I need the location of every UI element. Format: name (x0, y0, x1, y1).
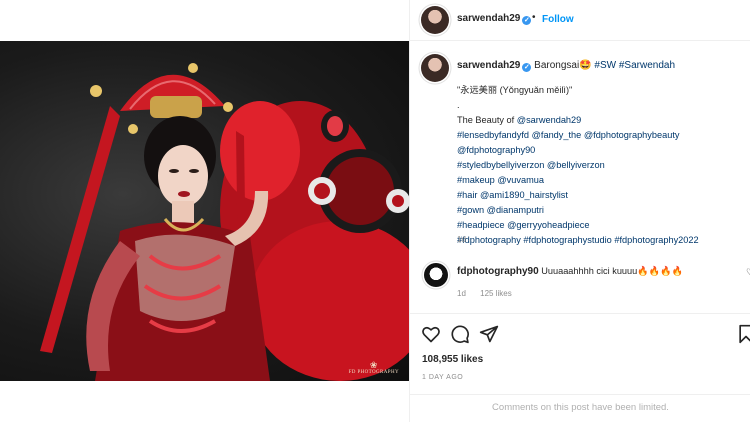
photo-watermark: ❀ FD PHOTOGRAPHY (348, 360, 399, 376)
caption-body: "永远美丽 (Yǒngyuǎn měilì)" . The Beauty of … (457, 83, 747, 248)
post-photo[interactable]: ❀ FD PHOTOGRAPHY 👤 (0, 41, 409, 381)
caption-timestamp[interactable]: 1d (457, 235, 466, 244)
heart-icon[interactable] (421, 324, 441, 344)
comment-timestamp[interactable]: 1d (457, 289, 466, 298)
post-media: ❀ FD PHOTOGRAPHY 👤 (0, 0, 409, 422)
author-username[interactable]: sarwendah29 ✓ (457, 13, 532, 25)
post-actions: 108,955 likes 1 DAY AGO Comments on this… (410, 313, 750, 423)
caption-line: . (457, 100, 460, 110)
commenter-avatar[interactable] (424, 263, 448, 287)
bookmark-icon[interactable] (736, 324, 750, 344)
follow-button[interactable]: Follow (542, 14, 574, 25)
caption-author-username[interactable]: sarwendah29 ✓ (457, 60, 532, 72)
watermark-logo: ❀ (369, 360, 378, 370)
post-caption: sarwendah29 ✓ Barongsai🤩 #SW #Sarwendah "… (410, 40, 750, 252)
comment-likes[interactable]: 125 likes (480, 289, 512, 298)
caption-title: sarwendah29 ✓ Barongsai🤩 #SW #Sarwendah (457, 60, 675, 72)
commenter-username[interactable]: fdphotography90 (457, 266, 539, 277)
caption-hashtag-line[interactable]: #makeup @vuvamua (457, 173, 747, 188)
post-header: sarwendah29 ✓ • Follow (410, 0, 750, 41)
comment-icon[interactable] (450, 324, 470, 344)
caption-hashtag-line[interactable]: #headpiece @gerryyoheadpiece (457, 218, 747, 233)
comment-item: fdphotography90 Uuuaaahhhh cici kuuuu🔥🔥🔥… (410, 255, 750, 305)
watermark-text: FD PHOTOGRAPHY (348, 370, 399, 375)
caption-hashtag-line[interactable]: #fdphotography #fdphotographystudio #fdp… (457, 233, 747, 248)
header-separator: • (532, 12, 536, 23)
comment-text: fdphotography90 Uuuaaahhhh cici kuuuu🔥🔥🔥… (457, 266, 683, 277)
caption-line-prefix: The Beauty of (457, 115, 517, 125)
likes-count[interactable]: 108,955 likes (422, 354, 483, 365)
post-side-panel: sarwendah29 ✓ • Follow sarwendah29 ✓ Baron… (409, 0, 750, 422)
comment-body: Uuuaaahhhh cici kuuuu🔥🔥🔥🔥 (541, 266, 684, 276)
comment-like-icon[interactable]: ♡ (746, 267, 750, 278)
caption-hashtag-line[interactable]: #styledbybellyiverzon @bellyiverzon (457, 158, 747, 173)
photo-illustration (40, 63, 409, 381)
caption-title-hashtags[interactable]: #SW #Sarwendah (594, 60, 675, 71)
caption-author-avatar[interactable] (421, 54, 449, 82)
caption-hashtag-line[interactable]: #lensedbyfandyfd @fandy_the @fdphotograp… (457, 128, 747, 143)
caption-hashtag-line[interactable]: #hair @ami1890_hairstylist (457, 188, 747, 203)
comments-limited-notice: Comments on this post have been limited. (410, 394, 750, 424)
caption-line: "永远美丽 (Yǒngyuǎn měilì)" (457, 85, 573, 95)
caption-hashtag-line[interactable]: #gown @dianamputri (457, 203, 747, 218)
share-icon[interactable] (479, 324, 499, 344)
author-avatar[interactable] (421, 6, 449, 34)
verified-badge-icon: ✓ (522, 63, 532, 72)
caption-mention[interactable]: @sarwendah29 (517, 115, 582, 125)
caption-hashtag-line[interactable]: @fdphotography90 (457, 143, 747, 158)
verified-badge-icon: ✓ (522, 16, 532, 25)
post-age[interactable]: 1 DAY AGO (422, 374, 463, 381)
comment-meta: 1d 125 likes (457, 289, 524, 298)
caption-title-text: Barongsai🤩 (534, 60, 592, 71)
caption-line: The Beauty of @sarwendah29 (457, 113, 747, 128)
